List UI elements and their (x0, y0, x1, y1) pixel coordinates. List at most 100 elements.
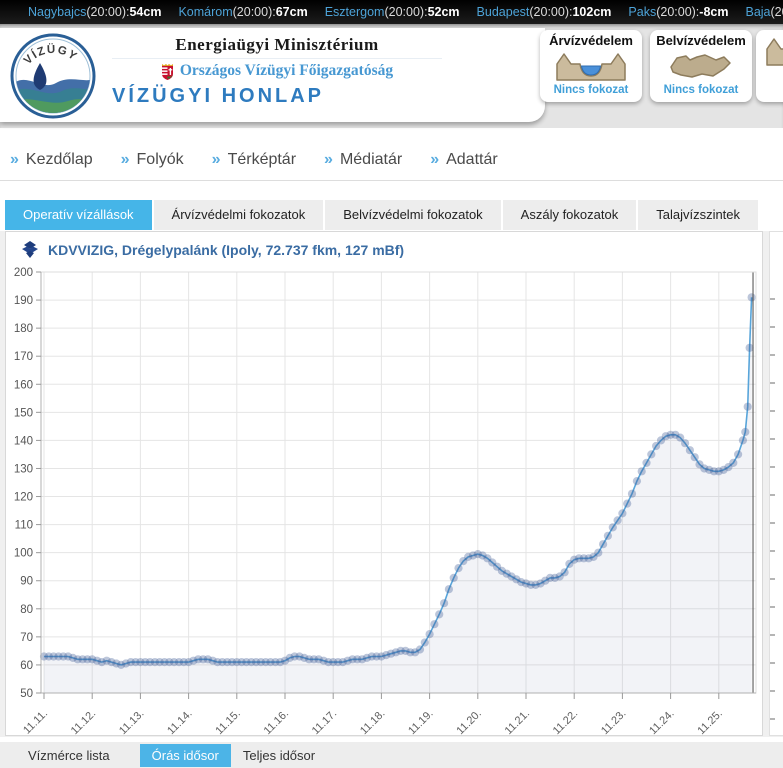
inland-water-status: Nincs fokozat (650, 84, 752, 96)
chevron-right-icon: » (121, 151, 130, 169)
ticker-station-link[interactable]: Esztergom (325, 5, 385, 19)
tab-operatív-vízállások[interactable]: Operatív vízállások (5, 200, 152, 230)
chart-panel: KDVVIZIG, Drégelypalánk (Ipoly, 72.737 f… (5, 231, 763, 736)
svg-text:11.11.: 11.11. (21, 708, 50, 736)
chart-title: KDVVIZIG, Drégelypalánk (Ipoly, 72.737 f… (48, 242, 404, 258)
svg-text:11.25.: 11.25. (695, 708, 725, 736)
svg-text:190: 190 (14, 295, 33, 307)
nav-divider (0, 180, 783, 181)
chart-zone: KDVVIZIG, Drégelypalánk (Ipoly, 72.737 f… (0, 231, 783, 737)
third-box-status: I. (756, 69, 783, 81)
svg-text:150: 150 (14, 407, 33, 419)
nav-item-label: Adattár (446, 151, 498, 169)
svg-text:11.20.: 11.20. (454, 708, 484, 736)
svg-text:11.24.: 11.24. (647, 708, 677, 736)
ticker-station-time: (20:00): (771, 5, 783, 19)
vizugy-logo[interactable]: VÍZÜGY (10, 33, 96, 119)
svg-text:100: 100 (14, 548, 33, 560)
ministry-title: Energiaügyi Minisztérium (112, 35, 442, 55)
svg-text:70: 70 (20, 632, 33, 644)
riverbed-cross-section-icon (756, 33, 783, 69)
nav-item-folyók[interactable]: » Folyók (121, 151, 184, 169)
ticker-station-baja: Baja(20:00):143cm (745, 5, 783, 19)
tab-belvízvédelmi-fokozatok[interactable]: Belvízvédelmi fokozatok (325, 200, 500, 230)
nav-item-kezdőlap[interactable]: » Kezdőlap (10, 151, 93, 169)
ticker-station-paks: Paks(20:00):-8cm (628, 5, 728, 19)
bottom-tab-bar: Vízmérce lista Órás idősorTeljes idősor (0, 742, 783, 768)
svg-text:11.19.: 11.19. (406, 708, 436, 736)
svg-text:140: 140 (14, 435, 33, 447)
ticker-station-link[interactable]: Baja (745, 5, 770, 19)
station-icon (20, 241, 40, 259)
svg-text:11.21.: 11.21. (503, 708, 533, 736)
ticker-station-time: (20:00): (656, 5, 699, 19)
directorate-title: Országos Vízügyi Főigazgatóság (180, 62, 393, 80)
header-band: VÍZÜGY Energiaügyi Minisztérium (0, 24, 783, 128)
water-level-chart[interactable]: 5060708090100110120130140150160170180190… (6, 262, 762, 736)
nav-item-label: Médiatár (340, 151, 402, 169)
svg-text:80: 80 (20, 604, 33, 616)
header-titles: Energiaügyi Minisztérium Országos Vízügy… (112, 35, 442, 108)
svg-text:180: 180 (14, 323, 33, 335)
svg-text:11.13.: 11.13. (117, 708, 147, 736)
svg-text:11.12.: 11.12. (69, 708, 99, 736)
bottom-tab-vízmérce-lista[interactable]: Vízmérce lista (16, 744, 122, 767)
ticker-station-budapest: Budapest(20:00):102cm (477, 5, 612, 19)
svg-text:130: 130 (14, 463, 33, 475)
ticker-station-time: (20:00): (233, 5, 276, 19)
svg-text:11.22.: 11.22. (551, 708, 581, 736)
nav-item-térképtár[interactable]: » Térképtár (212, 151, 296, 169)
nav-item-label: Kezdőlap (26, 151, 93, 169)
ticker-station-time: (20:00): (384, 5, 427, 19)
ticker-station-esztergom: Esztergom(20:00):52cm (325, 5, 460, 19)
flood-protection-box[interactable]: Árvízvédelem Nincs fokozat (540, 30, 642, 102)
chevron-right-icon: » (10, 151, 19, 169)
content-tabs: Operatív vízállásokÁrvízvédelmi fokozato… (5, 200, 783, 230)
ticker-station-time: (20:00): (529, 5, 572, 19)
bottom-tab-teljes-idősor[interactable]: Teljes idősor (231, 744, 327, 767)
bottom-tab-órás-idősor[interactable]: Órás idősor (140, 744, 231, 767)
ticker-station-value: 54cm (129, 5, 161, 19)
svg-text:11.17.: 11.17. (310, 708, 340, 736)
ticker-station-link[interactable]: Nagybajcs (28, 5, 86, 19)
svg-text:60: 60 (20, 660, 33, 672)
header-card: VÍZÜGY Energiaügyi Minisztérium (0, 28, 545, 122)
svg-text:90: 90 (20, 576, 33, 588)
tab-aszály-fokozatok[interactable]: Aszály fokozatok (503, 200, 637, 230)
svg-text:170: 170 (14, 351, 33, 363)
ticker-station-value: 102cm (572, 5, 611, 19)
ticker-station-komárom: Komárom(20:00):67cm (178, 5, 307, 19)
nav-item-label: Folyók (137, 151, 184, 169)
svg-text:11.15.: 11.15. (213, 708, 243, 736)
chevron-right-icon: » (430, 151, 439, 169)
main-navigation: » Kezdőlap » Folyók » Térképtár »Médiatár » Adat… (0, 128, 783, 176)
ticker-station-value: 67cm (276, 5, 308, 19)
hungary-coat-of-arms-icon (161, 63, 174, 80)
svg-text:160: 160 (14, 379, 33, 391)
chevron-right-icon: » (212, 151, 221, 169)
inland-water-box[interactable]: Belvízvédelem Nincs fokozat (650, 30, 752, 102)
ticker-station-link[interactable]: Komárom (178, 5, 232, 19)
svg-text:11.14.: 11.14. (165, 708, 195, 736)
third-status-box[interactable]: I. (756, 30, 783, 102)
site-title: VÍZÜGYI HONLAP (112, 85, 442, 108)
flood-protection-status: Nincs fokozat (540, 84, 642, 96)
chart-title-row: KDVVIZIG, Drégelypalánk (Ipoly, 72.737 f… (6, 232, 762, 259)
water-level-ticker: Nagybajcs(20:00):54cmKomárom(20:00):67cm… (0, 0, 783, 24)
svg-text:120: 120 (14, 492, 33, 504)
ticker-station-time: (20:00): (86, 5, 129, 19)
ticker-station-nagybajcs: Nagybajcs(20:00):54cm (28, 5, 161, 19)
riverbed-cross-section-icon (540, 48, 642, 84)
nav-item-label: Térképtár (228, 151, 296, 169)
tab-talajvízszintek[interactable]: Talajvízszintek (638, 200, 758, 230)
ticker-station-link[interactable]: Paks (628, 5, 656, 19)
vizugy-page: Nagybajcs(20:00):54cmKomárom(20:00):67cm… (0, 0, 783, 768)
svg-text:200: 200 (14, 267, 33, 279)
nav-item-médiatár[interactable]: »Médiatár (324, 151, 402, 169)
inland-water-title: Belvízvédelem (650, 33, 752, 48)
nav-item-adattár[interactable]: » Adattár (430, 151, 498, 169)
tab-árvízvédelmi-fokozatok[interactable]: Árvízvédelmi fokozatok (154, 200, 324, 230)
svg-text:11.16.: 11.16. (262, 708, 292, 736)
svg-text:50: 50 (20, 688, 33, 700)
ticker-station-link[interactable]: Budapest (477, 5, 530, 19)
